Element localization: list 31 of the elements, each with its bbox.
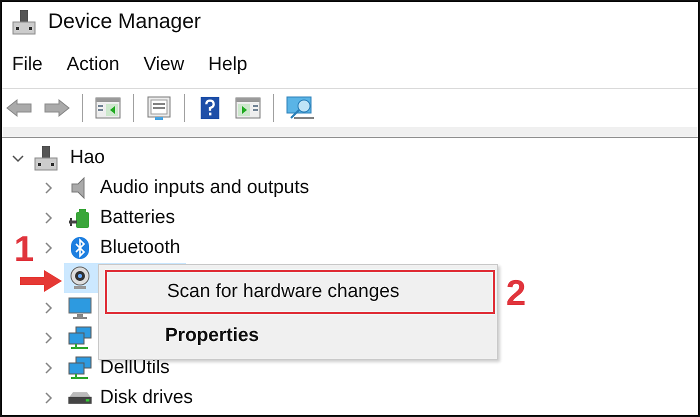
tree-item[interactable]: Batteries: [100, 207, 175, 229]
menu-item[interactable]: Help: [208, 54, 248, 76]
step-number: 1: [14, 228, 34, 270]
webcam-icon: [68, 266, 92, 290]
bluetooth-icon: [68, 236, 92, 260]
panel-icon[interactable]: [95, 96, 121, 120]
menu-item[interactable]: Action: [66, 54, 120, 76]
computer-icon: [34, 145, 58, 171]
tree-item[interactable]: Hao: [70, 147, 105, 169]
window-title: Device Manager: [48, 10, 201, 34]
forward-arrow-icon[interactable]: [44, 96, 70, 120]
tree-item[interactable]: Audio inputs and outputs: [100, 177, 310, 199]
tree-item[interactable]: Bluetooth: [100, 237, 180, 259]
computer-icon: [12, 9, 36, 35]
network-computers-icon: [68, 326, 92, 350]
context-menu-item[interactable]: Scan for hardware changes: [105, 270, 495, 314]
step-number: 2: [506, 272, 526, 314]
pointer-arrow-icon: [20, 270, 62, 292]
panel-icon[interactable]: [235, 96, 261, 120]
back-arrow-icon[interactable]: [6, 96, 32, 120]
menu-item[interactable]: File: [12, 54, 43, 76]
monitor-scan-icon[interactable]: [286, 96, 316, 120]
disk-drive-icon: [68, 391, 92, 405]
battery-plug-icon: [68, 206, 92, 230]
tree-item[interactable]: Disk drives: [100, 387, 193, 409]
network-computers-icon: [68, 356, 92, 380]
properties-icon[interactable]: [146, 96, 172, 120]
menu-item[interactable]: View: [143, 54, 184, 76]
tree-item[interactable]: DellUtils: [100, 357, 170, 379]
context-menu-item[interactable]: Properties: [105, 314, 495, 358]
monitor-icon: [68, 296, 92, 320]
